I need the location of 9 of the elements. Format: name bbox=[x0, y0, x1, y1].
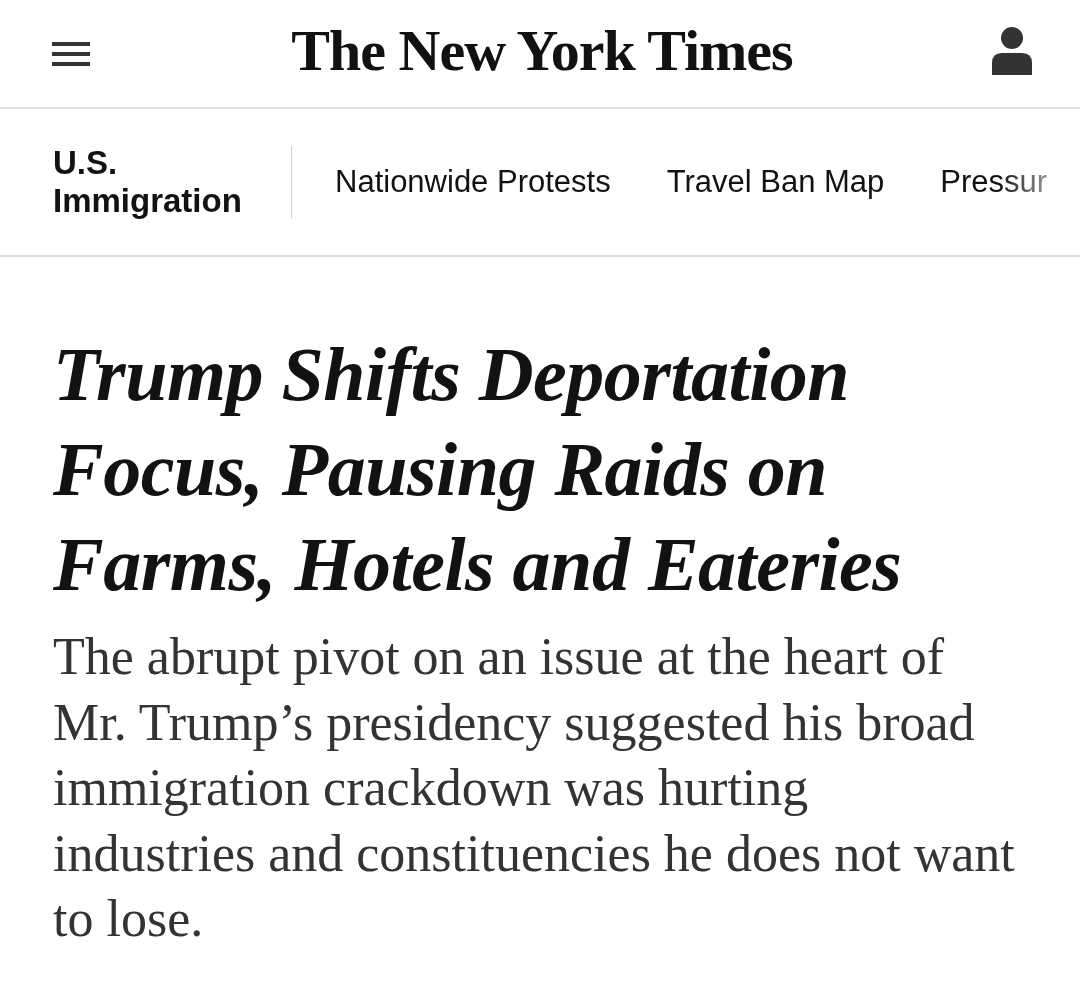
section-link[interactable]: U.S. Immigration bbox=[53, 144, 265, 220]
menu-icon[interactable] bbox=[52, 41, 90, 66]
headline: Trump Shifts Deportation Focus, Pausing Raids on Farms, Hotels and Eateries bbox=[53, 331, 903, 608]
nav-link[interactable]: Pressur bbox=[940, 164, 1048, 200]
masthead-logo[interactable]: The New York Times bbox=[291, 18, 793, 89]
nav-link[interactable]: Travel Ban Map bbox=[666, 164, 885, 200]
nav-link[interactable]: Nationwide Protests bbox=[335, 164, 611, 200]
account-icon[interactable] bbox=[992, 26, 1032, 75]
summary-text: The abrupt pivot on an issue at the heart of Mr. Trump’s presidency suggested his broad immigration crackdown was hurting industries and constituencies he does not want to lose. bbox=[53, 627, 1016, 949]
